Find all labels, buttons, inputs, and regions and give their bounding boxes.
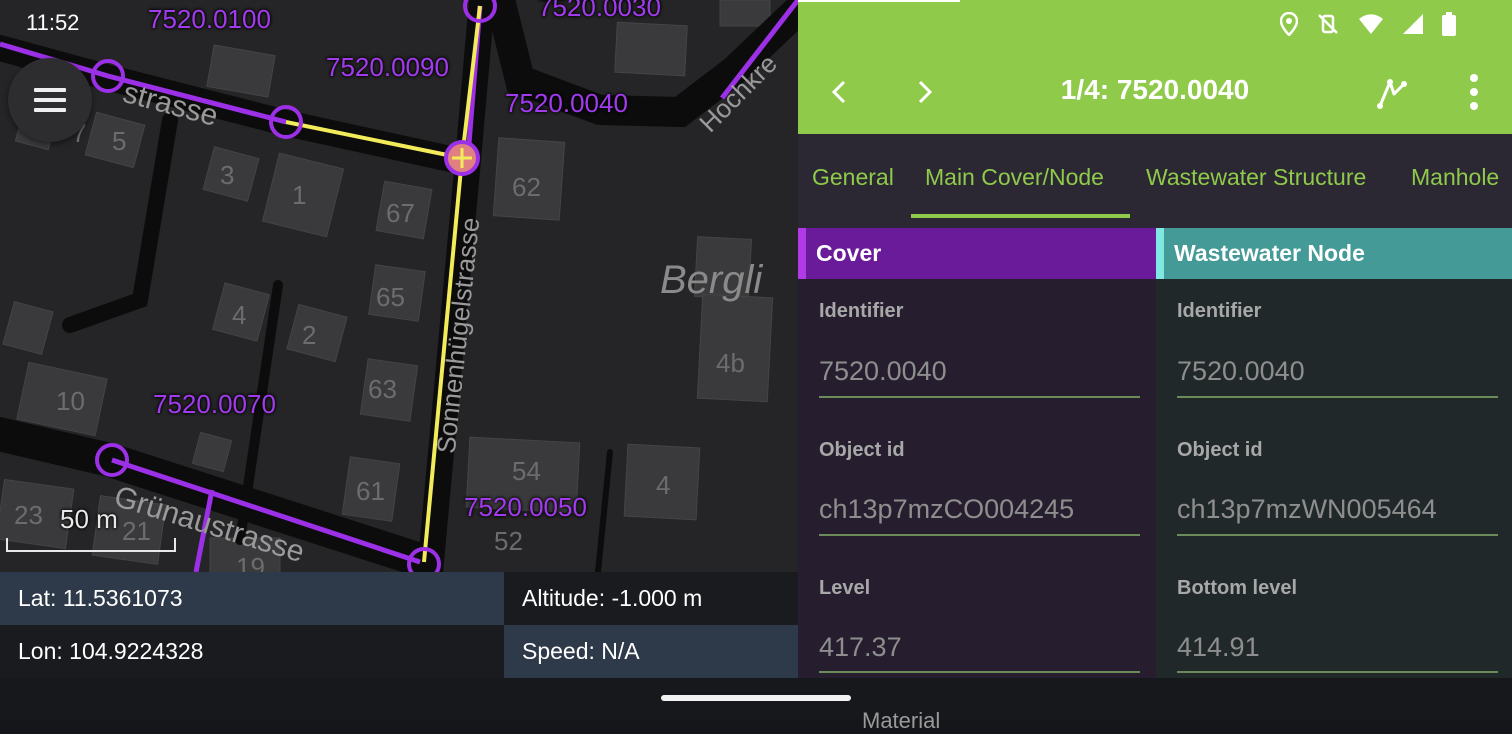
house-number: 4: [656, 470, 671, 500]
area-name: Bergli: [660, 258, 763, 302]
home-gesture-handle[interactable]: [661, 695, 851, 701]
node-identifier-underline: [1177, 396, 1498, 398]
tab-bar: General Main Cover/Node Wastewater Struc…: [798, 134, 1512, 228]
house-number: 67: [386, 198, 415, 228]
menu-icon: [34, 88, 66, 92]
menu-icon-line: [34, 108, 66, 112]
cover-object-id-underline: [819, 534, 1140, 536]
cover-identifier-label: Identifier: [819, 300, 904, 322]
edit-geometry-button[interactable]: [1376, 76, 1410, 110]
cover-header-label: Cover: [816, 240, 882, 266]
map-label: 7520.0030: [538, 0, 661, 22]
house-number: 4: [232, 300, 247, 330]
node-object-id-field[interactable]: ch13p7mzWN005464: [1177, 494, 1437, 525]
node-identifier-label: Identifier: [1177, 300, 1262, 322]
battery-icon: [1442, 12, 1456, 36]
more-options-icon[interactable]: [1464, 72, 1484, 112]
speed-readout: Speed: N/A: [504, 625, 798, 678]
signal-icon: [1403, 14, 1423, 34]
partial-field-label: Material: [862, 708, 941, 733]
house-number: 62: [512, 172, 541, 202]
house-number: 1: [292, 180, 307, 210]
house-number: 2: [302, 320, 317, 350]
altitude-readout: Altitude: -1.000 m: [504, 572, 798, 625]
tab-manhole[interactable]: Manhole: [1411, 164, 1499, 191]
hamburger-menu-button[interactable]: [8, 58, 92, 142]
menu-icon-line: [34, 98, 66, 102]
wifi-icon: [1359, 14, 1383, 34]
node-object-id-label: Object id: [1177, 439, 1263, 461]
house-number: 54: [512, 456, 541, 486]
map-canvas[interactable]: 7520.0100 7520.0030 7520.0090 7520.0040 …: [0, 0, 798, 572]
house-number: 10: [56, 386, 85, 416]
tab-general[interactable]: General: [812, 164, 894, 191]
node-bottom-level-label: Bottom level: [1177, 577, 1298, 599]
scale-label: 50 m: [60, 504, 118, 534]
house-number: 63: [368, 374, 397, 404]
node-header-accent: [1156, 228, 1164, 279]
map-label: 7520.0040: [505, 88, 628, 118]
scale-bar: 50 m: [6, 504, 176, 552]
cover-header-accent: [798, 228, 806, 279]
map-label: 7520.0050: [464, 492, 587, 522]
node-object-id-underline: [1177, 534, 1498, 536]
node-bottom-level-underline: [1177, 671, 1498, 673]
scale-bar-line: [6, 538, 176, 552]
feature-form-panel: 1/4: 7520.0040 General Main Cover/Node W…: [798, 0, 1512, 678]
cover-section-header: Cover: [798, 228, 1156, 279]
cover-identifier-field[interactable]: 7520.0040: [819, 356, 947, 387]
house-number: 19: [236, 552, 265, 572]
status-time: 11:52: [26, 10, 80, 35]
cover-identifier-underline: [819, 396, 1140, 398]
house-number: 61: [356, 476, 385, 506]
map-label: 7520.0090: [326, 52, 449, 82]
house-number: 65: [376, 282, 405, 312]
house-number: 52: [494, 526, 523, 556]
location-icon: [1280, 12, 1298, 36]
tab-wastewater-structure[interactable]: Wastewater Structure: [1146, 164, 1366, 191]
app-bar: 1/4: 7520.0040: [798, 0, 1512, 134]
vibrate-off-icon: [1318, 14, 1338, 34]
tab-main-cover-node[interactable]: Main Cover/Node: [925, 164, 1104, 191]
position-info-panel: Lat: 11.5361073 Altitude: -1.000 m Lon: …: [0, 572, 798, 678]
map-label: 7520.0070: [153, 389, 276, 419]
cover-section: Cover Identifier 7520.0040 Object id ch1…: [798, 228, 1156, 678]
node-section-header: Wastewater Node: [1156, 228, 1512, 279]
house-number: 4b: [716, 348, 745, 378]
map-label: 7520.0100: [148, 4, 271, 34]
wastewater-node-section: Wastewater Node Identifier 7520.0040 Obj…: [1156, 228, 1512, 678]
house-number: 5: [112, 126, 127, 156]
active-tab-indicator: [911, 214, 1130, 218]
node-header-label: Wastewater Node: [1174, 240, 1365, 266]
status-icons: [1280, 12, 1456, 36]
node-bottom-level-field[interactable]: 414.91: [1177, 632, 1260, 663]
node-identifier-field[interactable]: 7520.0040: [1177, 356, 1305, 387]
longitude-readout: Lon: 104.9224328: [0, 625, 504, 678]
house-number: 3: [220, 160, 235, 190]
cover-level-underline: [819, 671, 1140, 673]
latitude-readout: Lat: 11.5361073: [0, 572, 504, 625]
cover-object-id-field[interactable]: ch13p7mzCO004245: [819, 494, 1074, 525]
app-bar-strip: [798, 0, 960, 2]
cover-object-id-label: Object id: [819, 439, 905, 461]
cover-level-field[interactable]: 417.37: [819, 632, 902, 663]
cover-level-label: Level: [819, 577, 871, 599]
